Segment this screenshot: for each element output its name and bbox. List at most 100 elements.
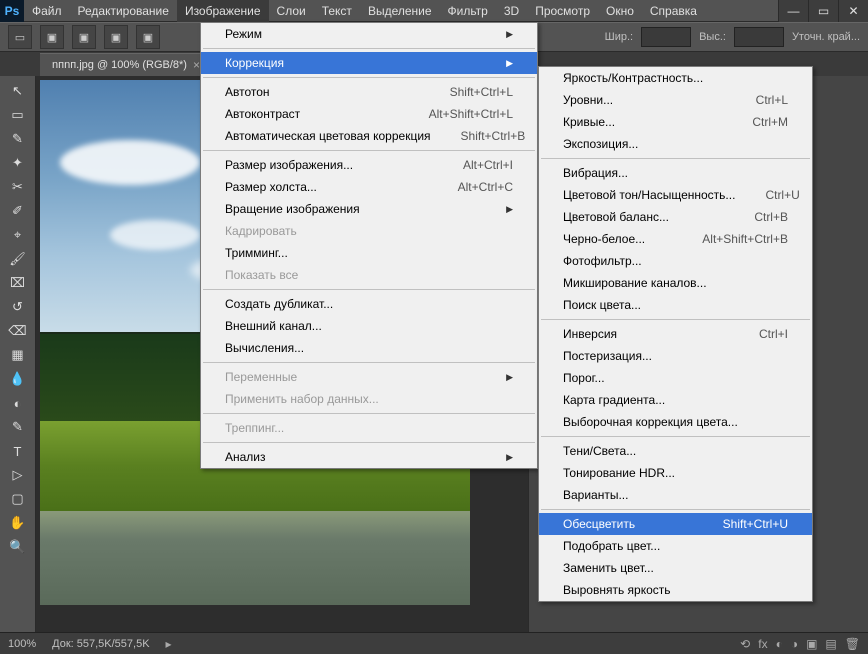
menu-item-label: Автоматическая цветовая коррекция <box>225 129 431 143</box>
minimize-button[interactable]: — <box>778 0 808 22</box>
menu-item[interactable]: Цветовой баланс...Ctrl+B <box>539 206 812 228</box>
menu-item[interactable]: Яркость/Контрастность... <box>539 67 812 89</box>
gradient-tool-icon[interactable]: ▦ <box>5 344 31 366</box>
wand-tool-icon[interactable]: ✦ <box>5 152 31 174</box>
type-tool-icon[interactable]: T <box>5 440 31 462</box>
menu-item[interactable]: Размер изображения...Alt+Ctrl+I <box>201 154 537 176</box>
menu-item[interactable]: Варианты... <box>539 484 812 506</box>
menu-item-label: Инверсия <box>563 327 617 341</box>
menu-item[interactable]: Экспозиция... <box>539 133 812 155</box>
healing-tool-icon[interactable]: ⌖ <box>5 224 31 246</box>
menu-item[interactable]: Карта градиента... <box>539 389 812 411</box>
selection-mode-add-icon[interactable]: ▣ <box>72 25 96 49</box>
menu-item[interactable]: Поиск цвета... <box>539 294 812 316</box>
menu-item[interactable]: Цветовой тон/Насыщенность...Ctrl+U <box>539 184 812 206</box>
menu-item-label: Экспозиция... <box>563 137 638 151</box>
stamp-tool-icon[interactable]: ⌧ <box>5 272 31 294</box>
menu-item[interactable]: Фотофильтр... <box>539 250 812 272</box>
menu-item[interactable]: Внешний канал... <box>201 315 537 337</box>
fill-icon[interactable]: ◑ <box>791 637 798 651</box>
menu-редактирование[interactable]: Редактирование <box>70 0 177 22</box>
blur-tool-icon[interactable]: 💧 <box>5 368 31 390</box>
menu-separator <box>203 150 535 151</box>
marquee-tool-icon[interactable]: ▭ <box>5 104 31 126</box>
menu-фильтр[interactable]: Фильтр <box>440 0 496 22</box>
marquee-tool-icon[interactable]: ▭ <box>8 25 32 49</box>
menu-item[interactable]: Черно-белое...Alt+Shift+Ctrl+B <box>539 228 812 250</box>
menu-окно[interactable]: Окно <box>598 0 642 22</box>
menu-3d[interactable]: 3D <box>496 0 527 22</box>
menu-item-label: Выровнять яркость <box>563 583 671 597</box>
folder-icon[interactable]: ▣ <box>806 637 817 651</box>
mask-icon[interactable]: ◐ <box>776 637 783 651</box>
menu-item[interactable]: Автоматическая цветовая коррекцияShift+C… <box>201 125 537 147</box>
brush-tool-icon[interactable]: 🖌 <box>5 248 31 270</box>
zoom-tool-icon[interactable]: 🔍 <box>5 536 31 558</box>
link-icon[interactable]: ⟲ <box>740 637 750 651</box>
width-input[interactable] <box>641 27 691 47</box>
menu-слои[interactable]: Слои <box>269 0 314 22</box>
lasso-tool-icon[interactable]: ✎ <box>5 128 31 150</box>
menu-separator <box>203 77 535 78</box>
menu-item[interactable]: Создать дубликат... <box>201 293 537 315</box>
crop-tool-icon[interactable]: ✂ <box>5 176 31 198</box>
zoom-level[interactable]: 100% <box>8 638 36 650</box>
history-brush-icon[interactable]: ↺ <box>5 296 31 318</box>
menu-item[interactable]: ОбесцветитьShift+Ctrl+U <box>539 513 812 535</box>
move-tool-icon[interactable]: ↖ <box>5 80 31 102</box>
document-tab[interactable]: nпnп.jpg @ 100% (RGB/8*) × <box>40 53 212 76</box>
eyedropper-tool-icon[interactable]: ✐ <box>5 200 31 222</box>
height-input[interactable] <box>734 27 784 47</box>
menu-item[interactable]: Заменить цвет... <box>539 557 812 579</box>
menu-item[interactable]: Тримминг... <box>201 242 537 264</box>
shape-tool-icon[interactable]: ▢ <box>5 488 31 510</box>
menu-item[interactable]: ИнверсияCtrl+I <box>539 323 812 345</box>
maximize-button[interactable]: ▭ <box>808 0 838 22</box>
close-tab-icon[interactable]: × <box>193 58 200 72</box>
menu-файл[interactable]: Файл <box>24 0 70 22</box>
menu-item[interactable]: Анализ <box>201 446 537 468</box>
menu-item-shortcut: Alt+Shift+Ctrl+L <box>429 107 513 121</box>
menu-item[interactable]: Вращение изображения <box>201 198 537 220</box>
fx-icon[interactable]: fx <box>758 637 767 651</box>
hand-tool-icon[interactable]: ✋ <box>5 512 31 534</box>
menu-item[interactable]: Тонирование HDR... <box>539 462 812 484</box>
menu-item[interactable]: Постеризация... <box>539 345 812 367</box>
close-button[interactable]: ✕ <box>838 0 868 22</box>
menu-item[interactable]: Коррекция <box>201 52 537 74</box>
pen-tool-icon[interactable]: ✎ <box>5 416 31 438</box>
trash-icon[interactable]: 🗑 <box>845 637 860 651</box>
path-tool-icon[interactable]: ▷ <box>5 464 31 486</box>
menu-item[interactable]: Уровни...Ctrl+L <box>539 89 812 111</box>
menu-item-label: Цветовой баланс... <box>563 210 669 224</box>
menu-item[interactable]: Выровнять яркость <box>539 579 812 601</box>
menu-item[interactable]: АвтотонShift+Ctrl+L <box>201 81 537 103</box>
refine-edge-button[interactable]: Уточн. край... <box>792 31 860 43</box>
menu-item[interactable]: Микширование каналов... <box>539 272 812 294</box>
menu-item[interactable]: Кривые...Ctrl+M <box>539 111 812 133</box>
menu-item[interactable]: Тени/Света... <box>539 440 812 462</box>
selection-mode-int-icon[interactable]: ▣ <box>136 25 160 49</box>
menu-item[interactable]: АвтоконтрастAlt+Shift+Ctrl+L <box>201 103 537 125</box>
menu-изображение[interactable]: Изображение <box>177 0 269 22</box>
eraser-tool-icon[interactable]: ⌫ <box>5 320 31 342</box>
menu-item-label: Подобрать цвет... <box>563 539 660 553</box>
menu-текст[interactable]: Текст <box>314 0 360 22</box>
menu-item[interactable]: Порог... <box>539 367 812 389</box>
menu-справка[interactable]: Справка <box>642 0 705 22</box>
selection-mode-sub-icon[interactable]: ▣ <box>104 25 128 49</box>
menu-item[interactable]: Режим <box>201 23 537 45</box>
status-arrow-icon[interactable]: ▸ <box>166 637 172 651</box>
new-layer-icon[interactable]: ▤ <box>825 637 836 651</box>
menu-item[interactable]: Вычисления... <box>201 337 537 359</box>
tools-panel: ↖ ▭ ✎ ✦ ✂ ✐ ⌖ 🖌 ⌧ ↺ ⌫ ▦ 💧 ◐ ✎ T ▷ ▢ ✋ 🔍 <box>0 76 36 632</box>
menu-item[interactable]: Подобрать цвет... <box>539 535 812 557</box>
menu-item[interactable]: Выборочная коррекция цвета... <box>539 411 812 433</box>
menu-item[interactable]: Размер холста...Alt+Ctrl+C <box>201 176 537 198</box>
menu-item[interactable]: Вибрация... <box>539 162 812 184</box>
menu-выделение[interactable]: Выделение <box>360 0 440 22</box>
selection-mode-icon[interactable]: ▣ <box>40 25 64 49</box>
menu-просмотр[interactable]: Просмотр <box>527 0 598 22</box>
dodge-tool-icon[interactable]: ◐ <box>5 392 31 414</box>
menu-item: Кадрировать <box>201 220 537 242</box>
